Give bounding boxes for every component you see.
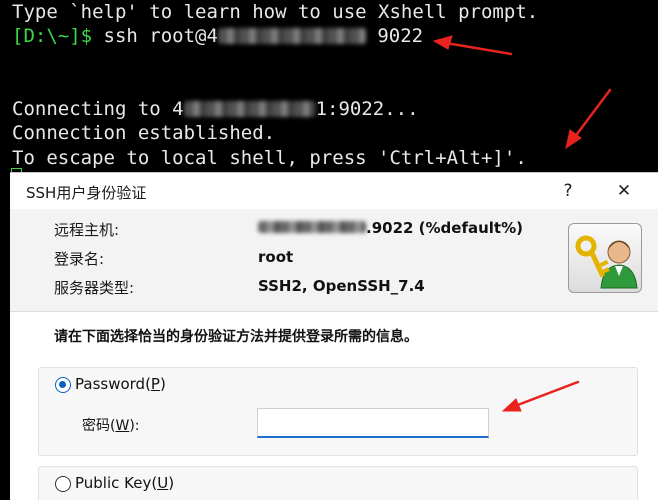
arrow-to-escape-line	[572, 88, 612, 140]
arrow-to-password-input	[513, 380, 580, 408]
arrow-to-command	[444, 41, 513, 56]
annotation-arrows	[432, 35, 612, 412]
